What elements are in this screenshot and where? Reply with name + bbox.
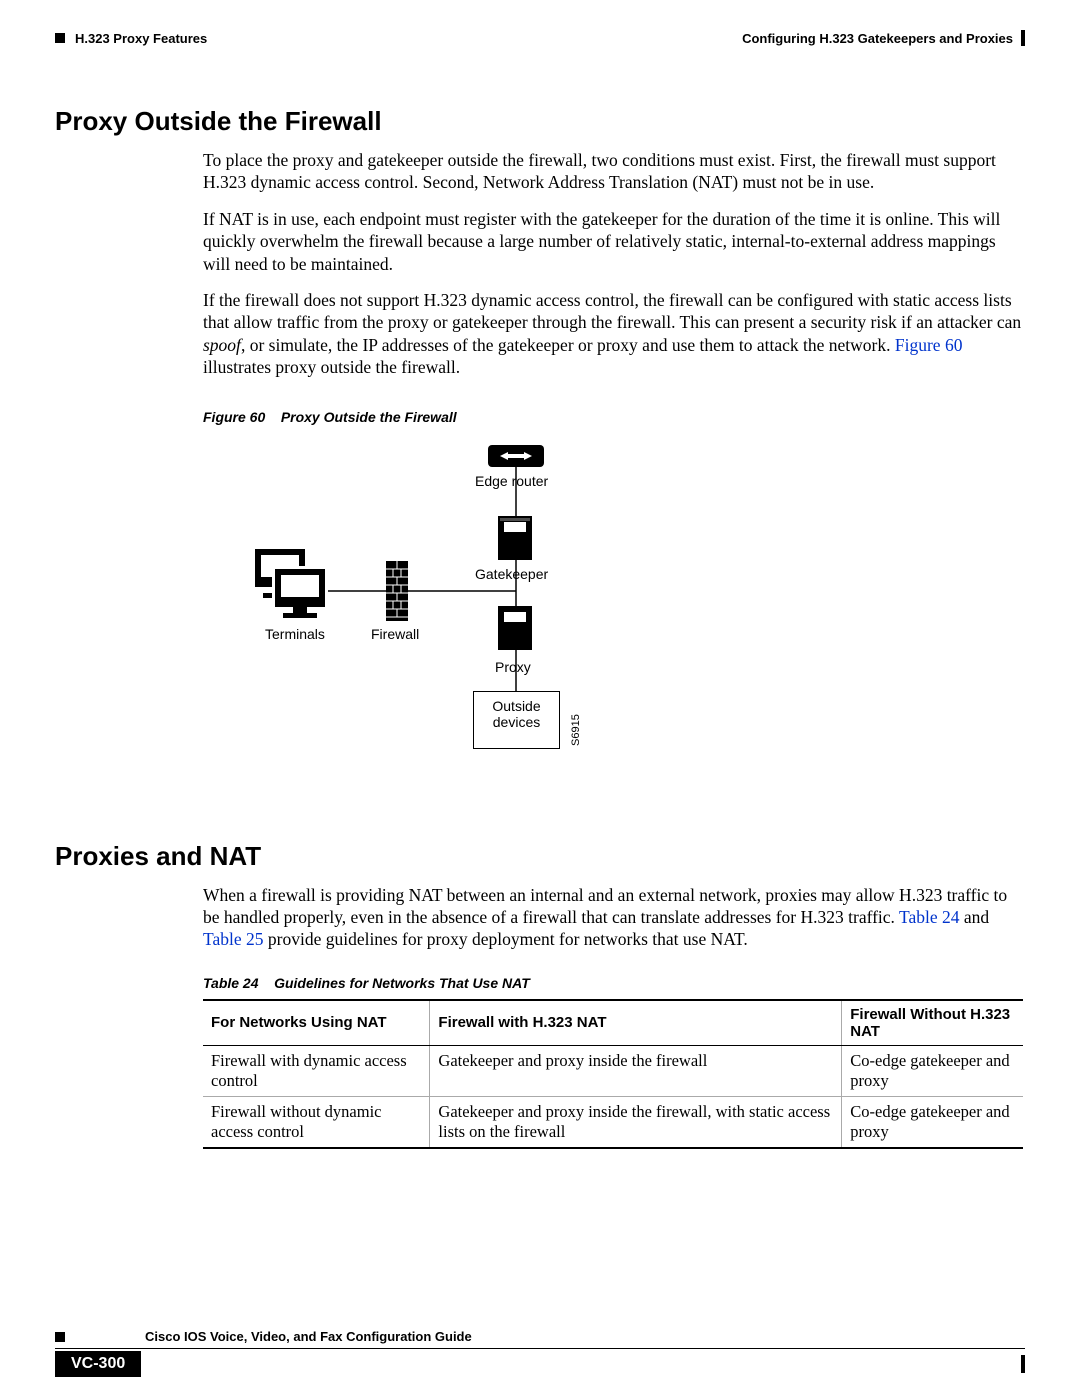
header-marker bbox=[55, 33, 65, 43]
footer-bar bbox=[1021, 1355, 1025, 1373]
section-heading-proxies-nat: Proxies and NAT bbox=[55, 841, 1025, 872]
table-header: Firewall Without H.323 NAT bbox=[842, 1000, 1023, 1046]
paragraph: If the firewall does not support H.323 d… bbox=[203, 289, 1025, 379]
paragraph: If NAT is in use, each endpoint must reg… bbox=[203, 208, 1025, 275]
paragraph: To place the proxy and gatekeeper outsid… bbox=[203, 149, 1025, 194]
label-edge-router: Edge router bbox=[475, 473, 548, 489]
paragraph: When a firewall is providing NAT between… bbox=[203, 884, 1025, 951]
header-left-text: H.323 Proxy Features bbox=[75, 31, 207, 46]
page-number: VC-300 bbox=[55, 1351, 141, 1377]
table-link[interactable]: Table 24 bbox=[899, 907, 960, 927]
table-header: Firewall with H.323 NAT bbox=[430, 1000, 842, 1046]
page-footer: Cisco IOS Voice, Video, and Fax Configur… bbox=[55, 1329, 1025, 1377]
label-firewall: Firewall bbox=[371, 626, 419, 642]
label-proxy: Proxy bbox=[495, 659, 531, 675]
label-figure-id: S6915 bbox=[570, 714, 582, 746]
table-row: Firewall without dynamic access control … bbox=[203, 1096, 1023, 1148]
footer-marker bbox=[55, 1332, 65, 1342]
figure-diagram: Outside devices bbox=[203, 441, 803, 781]
figure-link[interactable]: Figure 60 bbox=[895, 335, 963, 355]
header-right-text: Configuring H.323 Gatekeepers and Proxie… bbox=[742, 31, 1013, 46]
table-link[interactable]: Table 25 bbox=[203, 929, 264, 949]
guidelines-table: For Networks Using NAT Firewall with H.3… bbox=[203, 999, 1023, 1149]
header-bar bbox=[1021, 30, 1025, 46]
table-header: For Networks Using NAT bbox=[203, 1000, 430, 1046]
label-terminals: Terminals bbox=[265, 626, 325, 642]
table-row: Firewall with dynamic access control Gat… bbox=[203, 1045, 1023, 1096]
figure-caption: Figure 60 Proxy Outside the Firewall bbox=[203, 409, 1025, 425]
page-header: H.323 Proxy Features Configuring H.323 G… bbox=[55, 30, 1025, 46]
section-heading-proxy-outside: Proxy Outside the Firewall bbox=[55, 106, 1025, 137]
table-caption: Table 24 Guidelines for Networks That Us… bbox=[203, 975, 1025, 991]
footer-guide-title: Cisco IOS Voice, Video, and Fax Configur… bbox=[145, 1329, 472, 1344]
label-gatekeeper: Gatekeeper bbox=[475, 566, 548, 582]
